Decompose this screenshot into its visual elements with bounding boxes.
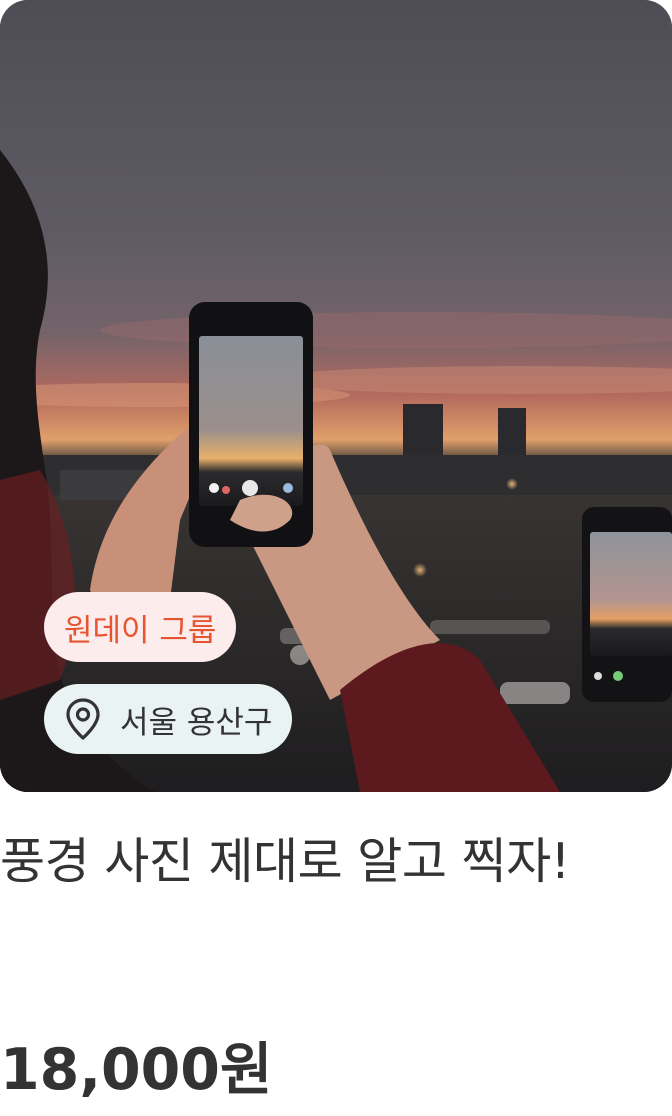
category-badge-label: 원데이 그룹: [64, 612, 217, 649]
location-label: 서울 용산구: [120, 704, 273, 741]
location-badge: 서울 용산구: [44, 684, 293, 754]
class-title[interactable]: 풍경 사진 제대로 알고 찍자!: [0, 828, 640, 896]
sunset-photo: [0, 0, 672, 792]
location-pin-icon: [64, 697, 102, 741]
class-price: 18,000원: [0, 1037, 273, 1103]
class-thumbnail-image[interactable]: [0, 0, 672, 792]
category-badge: 원데이 그룹: [44, 592, 237, 662]
class-card[interactable]: 원데이 그룹 서울 용산구 풍경 사진 제대로 알고 찍자! 18,000원: [0, 0, 672, 1116]
